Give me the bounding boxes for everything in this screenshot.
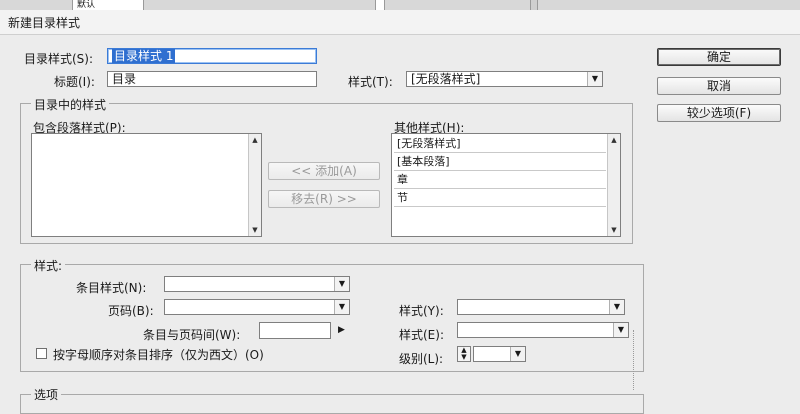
style-e-select[interactable]: ▼: [457, 322, 629, 338]
toc-style-name-value: 目录样式 1: [112, 49, 176, 63]
resize-guide: [633, 330, 634, 390]
chevron-down-icon: ▼: [587, 72, 602, 86]
cancel-button[interactable]: 取消: [657, 77, 781, 95]
level-label: 级别(L):: [399, 352, 444, 366]
style-group-title: 样式:: [31, 257, 66, 274]
styles-in-toc-group-title: 目录中的样式: [31, 96, 110, 113]
chevron-down-icon: ▼: [334, 300, 349, 314]
other-styles-list[interactable]: [无段落样式] [基本段落] 章 节 ▲ ▼: [391, 133, 621, 237]
options-group-title: 选项: [31, 386, 62, 403]
level-spinner-buttons[interactable]: ▲ ▼: [457, 346, 471, 362]
remove-button[interactable]: 移去(R) >>: [268, 190, 380, 208]
toc-style-label: 目录样式(S):: [24, 52, 94, 66]
dialog-title-bar: 新建目录样式: [0, 10, 800, 35]
entry-style-label: 条目样式(N):: [76, 281, 147, 295]
level-select[interactable]: ▼: [473, 346, 526, 362]
include-styles-list[interactable]: ▲ ▼: [31, 133, 262, 237]
dialog-title: 新建目录样式: [8, 16, 81, 30]
background-tab: 默认: [72, 0, 144, 10]
scroll-down-icon[interactable]: ▼: [249, 224, 261, 236]
toc-style-name-input[interactable]: 目录样式 1: [107, 48, 317, 64]
other-styles-scrollbar[interactable]: ▲ ▼: [607, 134, 620, 236]
add-button[interactable]: << 添加(A): [268, 162, 380, 180]
ok-button[interactable]: 确定: [657, 48, 781, 66]
chevron-down-icon: ▼: [334, 277, 349, 291]
between-entry-page-label: 条目与页码间(W):: [143, 328, 241, 342]
include-styles-scrollbar[interactable]: ▲ ▼: [248, 134, 261, 236]
background-divider: [530, 0, 538, 10]
title-style-select-value: [无段落样式]: [411, 72, 481, 86]
scroll-down-icon[interactable]: ▼: [608, 224, 620, 236]
chevron-down-icon: ▼: [613, 323, 628, 337]
between-entry-page-input[interactable]: [259, 322, 331, 339]
fewer-options-button[interactable]: 较少选项(F): [657, 104, 781, 122]
chevron-down-icon: ▼: [510, 347, 525, 361]
page-number-select[interactable]: ▼: [164, 299, 350, 315]
list-item[interactable]: 章: [394, 171, 606, 189]
sort-alphabetically-checkbox[interactable]: [36, 348, 47, 359]
entry-style-select[interactable]: ▼: [164, 276, 350, 292]
chevron-down-icon: ▼: [609, 300, 624, 314]
background-tab-label: 默认: [77, 0, 96, 10]
scroll-up-icon[interactable]: ▲: [249, 134, 261, 146]
list-item[interactable]: [无段落样式]: [394, 135, 606, 153]
style-y-select[interactable]: ▼: [457, 299, 625, 315]
background-scroll-handle: [375, 0, 385, 10]
spinner-down-icon[interactable]: ▼: [458, 354, 470, 361]
title-style-select[interactable]: [无段落样式] ▼: [406, 71, 603, 87]
list-item[interactable]: 节: [394, 189, 606, 207]
list-item[interactable]: [基本段落]: [394, 153, 606, 171]
scroll-up-icon[interactable]: ▲: [608, 134, 620, 146]
style-y-label: 样式(Y):: [399, 304, 444, 318]
title-style-label: 样式(T):: [348, 75, 393, 89]
play-arrow-icon[interactable]: ▶: [338, 325, 345, 335]
options-group: [20, 394, 644, 414]
sort-alphabetically-label: 按字母顺序对条目排序（仅为西文）(O): [53, 348, 264, 362]
page-number-label: 页码(B):: [108, 304, 154, 318]
title-label: 标题(I):: [54, 75, 95, 89]
style-e-label: 样式(E):: [399, 328, 444, 342]
title-input[interactable]: 目录: [107, 71, 317, 87]
